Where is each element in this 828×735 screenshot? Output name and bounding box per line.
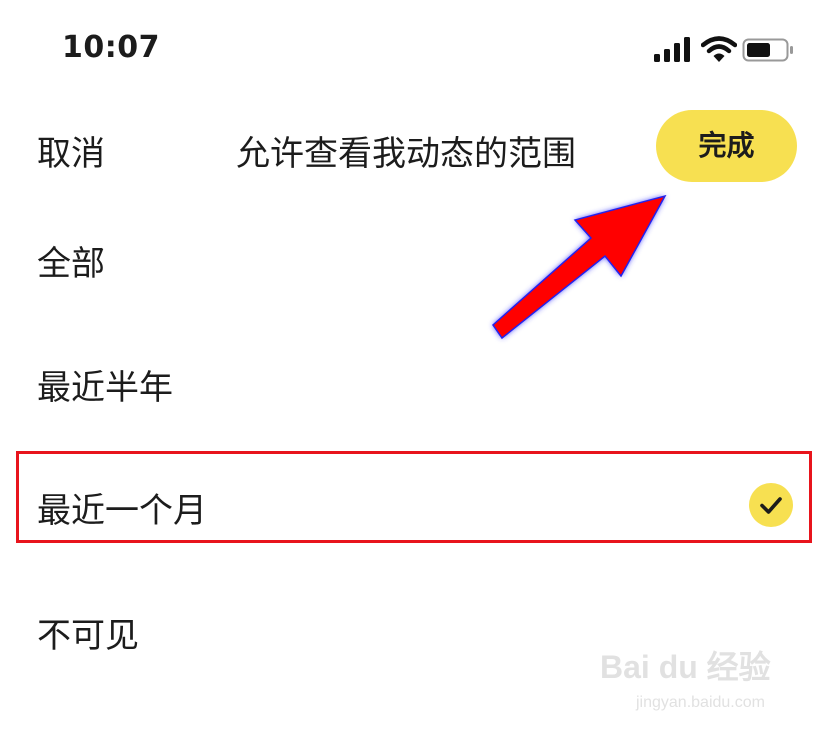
cancel-button[interactable]: 取消 [37, 126, 105, 175]
option-label: 不可见 [37, 616, 139, 656]
option-label: 最近半年 [37, 368, 173, 408]
wifi-icon [701, 36, 737, 62]
checkmark-icon [749, 483, 793, 527]
watermark-sub: jingyan.baidu.com [636, 694, 765, 711]
option-label: 最近一个月 [37, 491, 207, 531]
done-button[interactable]: 完成 [656, 110, 797, 182]
page-title: 允许查看我动态的范围 [236, 134, 576, 174]
battery-icon [742, 38, 793, 62]
option-last-half-year[interactable]: 最近半年 [0, 340, 828, 420]
status-bar: 10:07 [0, 0, 828, 100]
option-label: 全部 [37, 244, 105, 284]
option-invisible[interactable]: 不可见 [0, 588, 828, 668]
signal-icon [654, 37, 690, 62]
status-time: 10:07 [62, 30, 160, 65]
nav-bar: 取消 允许查看我动态的范围 完成 [0, 100, 828, 200]
option-last-month[interactable]: 最近一个月 [0, 463, 828, 543]
option-all[interactable]: 全部 [0, 216, 828, 296]
